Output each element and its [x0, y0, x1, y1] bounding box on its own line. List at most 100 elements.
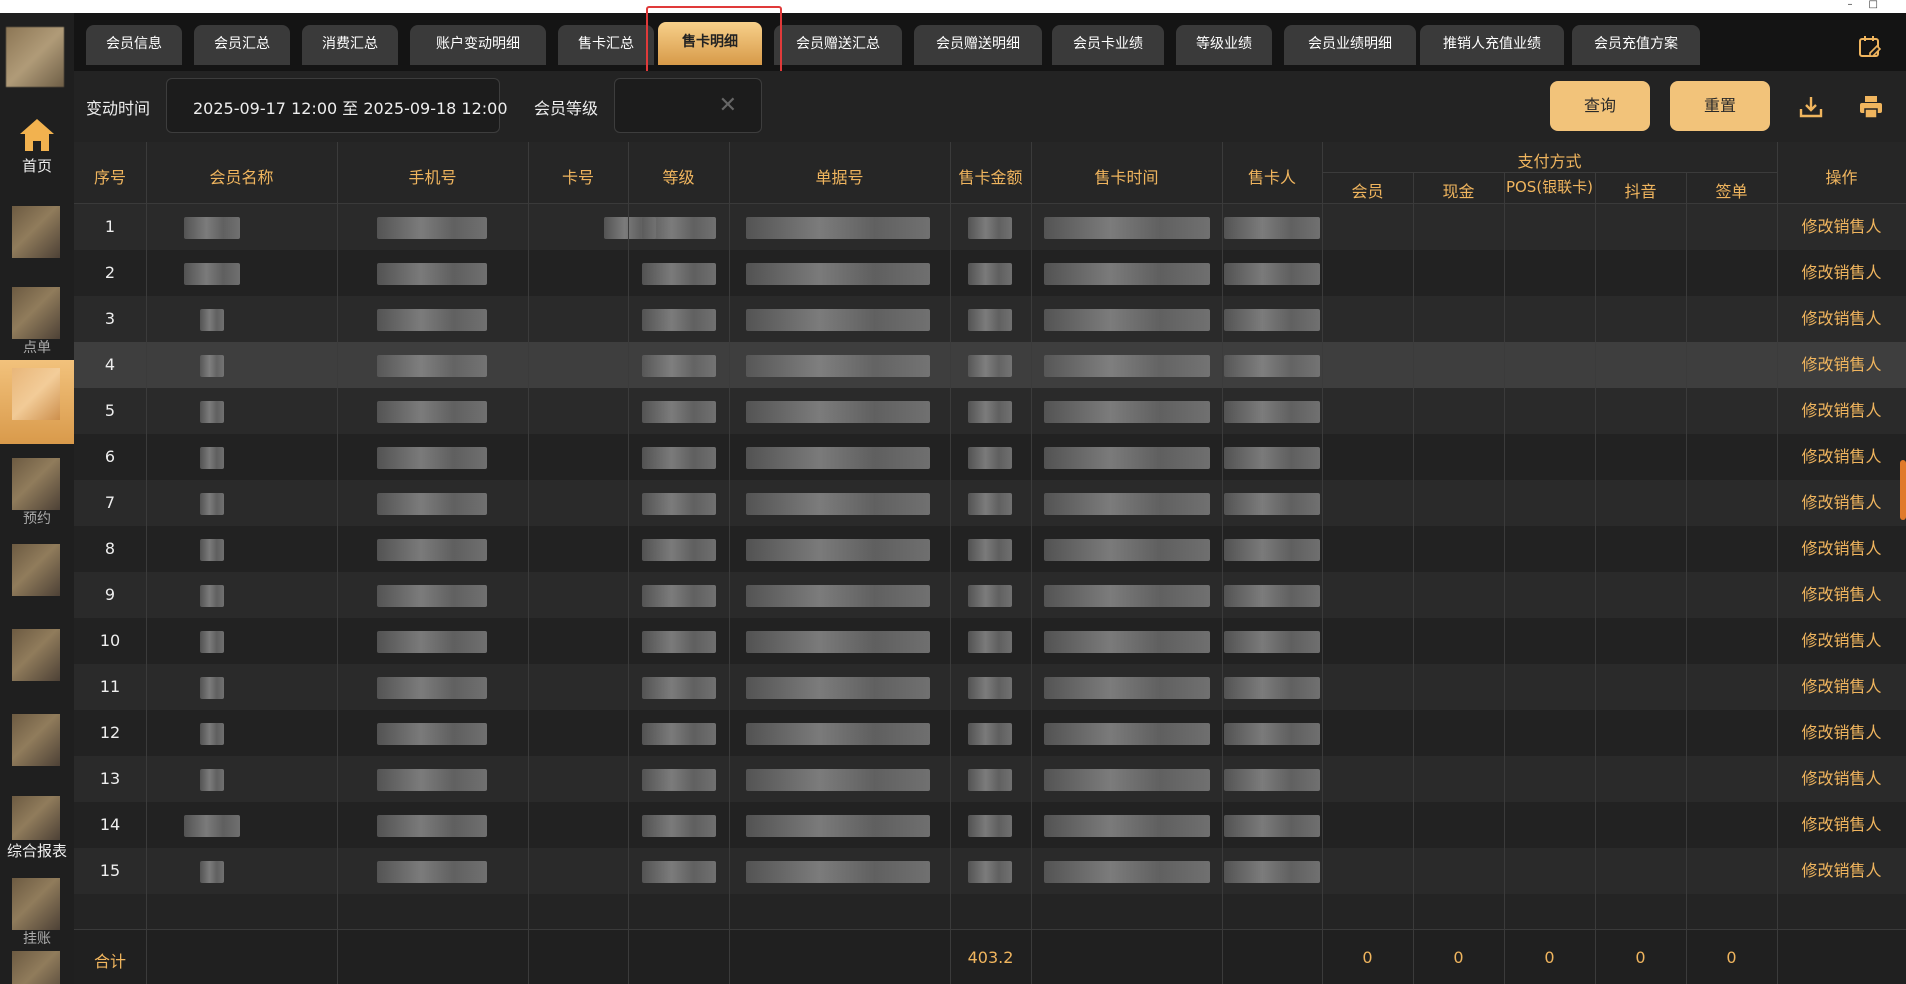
table-row[interactable]: 1 修改销售人 — [74, 204, 1906, 250]
table-row[interactable]: 14 修改销售人 — [74, 802, 1906, 848]
member-name-redacted — [200, 493, 224, 515]
sidebar-item[interactable] — [0, 536, 74, 620]
col-pay-douyin: 抖音 — [1624, 182, 1657, 201]
sale-time-redacted — [1044, 723, 1210, 745]
edit-seller-link[interactable]: 修改销售人 — [1777, 756, 1906, 802]
edit-seller-link[interactable]: 修改销售人 — [1777, 342, 1906, 388]
sale-time-redacted — [1044, 585, 1210, 607]
column-divider — [337, 142, 338, 984]
tab-member-info[interactable]: 会员信息 — [86, 25, 182, 65]
time-range-picker[interactable]: 2025-09-17 12:00 至 2025-09-18 12:00 — [166, 78, 508, 133]
seller-redacted — [1224, 217, 1320, 239]
edit-seller-link[interactable]: 修改销售人 — [1777, 388, 1906, 434]
amount-redacted — [968, 401, 1012, 423]
scrollbar-thumb[interactable] — [1900, 460, 1906, 520]
phone-redacted — [377, 493, 487, 515]
edit-seller-link[interactable]: 修改销售人 — [1777, 434, 1906, 480]
sidebar-item-reports[interactable]: 综合报表 — [0, 788, 74, 872]
sidebar-item[interactable] — [0, 198, 74, 282]
tab-card-sale-summary[interactable]: 售卡汇总 — [558, 25, 654, 65]
table-row[interactable]: 11 修改销售人 — [74, 664, 1906, 710]
edit-seller-link[interactable]: 修改销售人 — [1777, 618, 1906, 664]
sidebar-item[interactable] — [0, 706, 74, 790]
level-redacted — [642, 539, 716, 561]
table-row[interactable]: 6 修改销售人 — [74, 434, 1906, 480]
edit-seller-link[interactable]: 修改销售人 — [1777, 526, 1906, 572]
col-seller: 售卡人 — [1247, 168, 1296, 187]
download-icon[interactable] — [1798, 94, 1824, 120]
col-order-no: 单据号 — [815, 168, 864, 187]
member-name-redacted — [200, 355, 224, 377]
edit-seller-link[interactable]: 修改销售人 — [1777, 848, 1906, 894]
edit-seller-link[interactable]: 修改销售人 — [1777, 204, 1906, 250]
sale-time-redacted — [1044, 815, 1210, 837]
tab-member-performance-detail[interactable]: 会员业绩明细 — [1284, 25, 1416, 65]
tab-member-gift-summary[interactable]: 会员赠送汇总 — [774, 25, 902, 65]
member-name-redacted — [184, 815, 240, 837]
sidebar-item-order[interactable]: 点单 — [0, 279, 74, 363]
col-index: 序号 — [93, 168, 126, 187]
member-name-redacted — [200, 723, 224, 745]
seller-redacted — [1224, 355, 1320, 377]
table-row[interactable]: 8 修改销售人 — [74, 526, 1906, 572]
sidebar-item-active[interactable] — [0, 360, 74, 444]
edit-seller-link[interactable]: 修改销售人 — [1777, 664, 1906, 710]
table-row[interactable]: 15 修改销售人 — [74, 848, 1906, 894]
column-divider — [1222, 142, 1223, 984]
tab-member-gift-detail[interactable]: 会员赠送明细 — [914, 25, 1042, 65]
tab-account-change-detail[interactable]: 账户变动明细 — [410, 25, 546, 65]
table-row[interactable]: 2 修改销售人 — [74, 250, 1906, 296]
amount-redacted — [968, 815, 1012, 837]
edit-seller-link[interactable]: 修改销售人 — [1777, 572, 1906, 618]
window-controls[interactable]: –□ — [1848, 0, 1894, 10]
edit-seller-link[interactable]: 修改销售人 — [1777, 710, 1906, 756]
footer-pay-member: 0 — [1362, 948, 1373, 967]
table-row[interactable]: 9 修改销售人 — [74, 572, 1906, 618]
amount-redacted — [968, 677, 1012, 699]
phone-redacted — [377, 769, 487, 791]
tab-member-recharge-plan[interactable]: 会员充值方案 — [1572, 25, 1700, 65]
edit-seller-link[interactable]: 修改销售人 — [1777, 802, 1906, 848]
seller-redacted — [1224, 861, 1320, 883]
sidebar-item-home[interactable]: 首页 — [0, 113, 74, 197]
member-name-redacted — [184, 217, 240, 239]
seller-redacted — [1224, 585, 1320, 607]
clear-icon[interactable]: ✕ — [719, 93, 737, 118]
print-icon[interactable] — [1858, 94, 1884, 120]
table-row[interactable]: 12 修改销售人 — [74, 710, 1906, 756]
column-divider — [1322, 142, 1323, 984]
edit-seller-link[interactable]: 修改销售人 — [1777, 296, 1906, 342]
tab-card-sale-detail[interactable]: 售卡明细 — [658, 22, 762, 65]
tab-promoter-recharge[interactable]: 推销人充值业绩 — [1420, 25, 1564, 65]
column-divider — [729, 142, 730, 984]
phone-redacted — [377, 539, 487, 561]
sidebar-item-label: 预约 — [23, 511, 51, 527]
col-pay-member: 会员 — [1351, 182, 1384, 201]
tab-member-card-performance[interactable]: 会员卡业绩 — [1052, 25, 1164, 65]
order-no-redacted — [746, 815, 930, 837]
table-row[interactable]: 7 修改销售人 — [74, 480, 1906, 526]
calendar-edit-icon[interactable] — [1858, 35, 1882, 59]
tab-level-performance[interactable]: 等级业绩 — [1176, 25, 1272, 65]
edit-seller-link[interactable]: 修改销售人 — [1777, 250, 1906, 296]
table-row[interactable]: 10 修改销售人 — [74, 618, 1906, 664]
order-no-redacted — [746, 263, 930, 285]
query-button[interactable]: 查询 — [1550, 81, 1650, 131]
reports-icon — [12, 796, 60, 840]
reset-button[interactable]: 重置 — [1670, 81, 1770, 131]
tab-member-summary[interactable]: 会员汇总 — [194, 25, 290, 65]
sidebar-item[interactable] — [0, 621, 74, 705]
order-no-redacted — [746, 539, 930, 561]
tab-consume-summary[interactable]: 消费汇总 — [302, 25, 398, 65]
member-level-select[interactable]: ✕ — [614, 78, 762, 133]
table-row[interactable]: 13 修改销售人 — [74, 756, 1906, 802]
table-row[interactable]: 5 修改销售人 — [74, 388, 1906, 434]
sidebar-item-booking[interactable]: 预约 — [0, 450, 74, 534]
sidebar-item-credit[interactable]: 挂账 — [0, 870, 74, 954]
table-row[interactable]: 3 修改销售人 — [74, 296, 1906, 342]
sale-time-redacted — [1044, 769, 1210, 791]
edit-seller-link[interactable]: 修改销售人 — [1777, 480, 1906, 526]
table-row[interactable]: 4 修改销售人 — [74, 342, 1906, 388]
sidebar-item[interactable] — [0, 943, 74, 984]
col-pay-pos: POS(银联卡) — [1505, 178, 1594, 196]
